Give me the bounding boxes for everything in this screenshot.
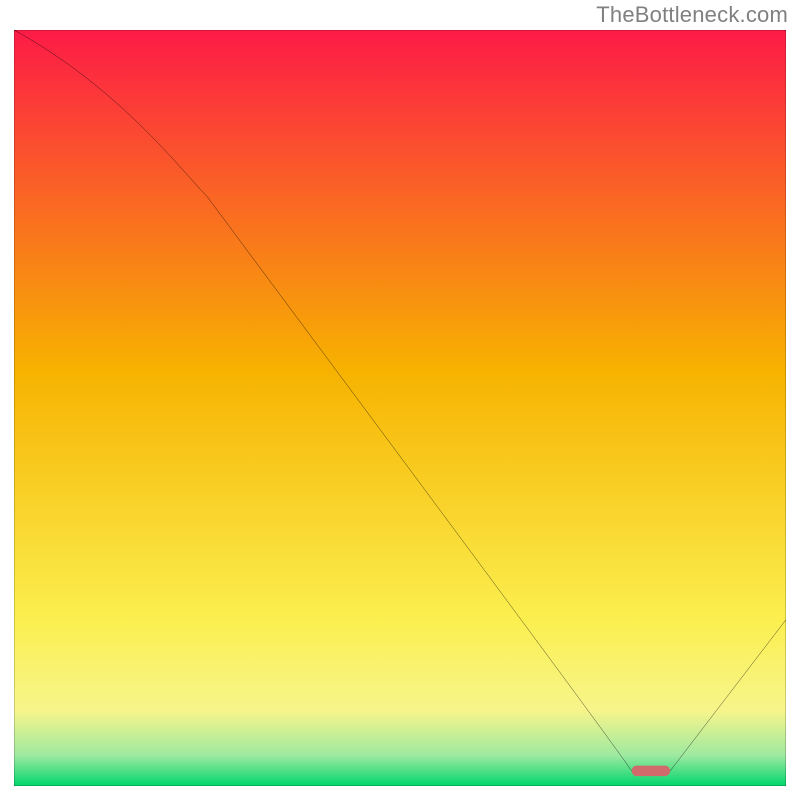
- watermark-text: TheBottleneck.com: [596, 2, 788, 28]
- optimal-marker: [632, 766, 671, 777]
- chart-svg: [14, 30, 786, 786]
- chart-stage: [14, 30, 786, 786]
- heat-background: [14, 30, 786, 786]
- chart-container: TheBottleneck.com: [0, 0, 800, 800]
